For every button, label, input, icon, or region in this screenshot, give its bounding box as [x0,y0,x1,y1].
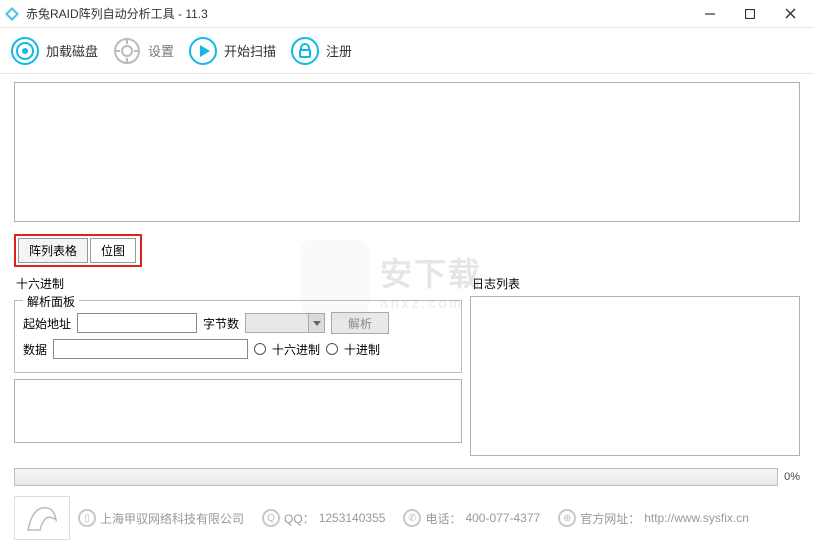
register-button[interactable]: 注册 [290,36,352,66]
site-label: 官方网址： [580,510,640,527]
titlebar: 赤兔RAID阵列自动分析工具 - 11.3 [0,0,814,28]
tab-bitmap[interactable]: 位图 [90,238,136,263]
hex-output-box [14,379,462,443]
parse-panel-legend: 解析面板 [23,293,79,310]
bytes-label: 字节数 [203,315,239,332]
parse-button[interactable]: 解析 [331,312,389,334]
settings-label: 设置 [148,41,174,60]
tab-array-table[interactable]: 阵列表格 [18,238,88,263]
tel-value: 400-077-4377 [465,511,540,525]
register-label: 注册 [326,41,352,60]
load-disk-button[interactable]: 加载磁盘 [10,36,98,66]
top-panel [14,82,800,222]
settings-button[interactable]: 设置 [112,36,174,66]
bytes-combo[interactable] [245,313,325,333]
lock-icon [290,36,320,66]
start-addr-input[interactable] [77,313,197,333]
qq-label: QQ： [284,510,315,527]
toolbar: 加载磁盘 设置 开始扫描 注册 [0,28,814,74]
window-title: 赤兔RAID阵列自动分析工具 - 11.3 [26,5,690,22]
globe-icon: ⊕ [558,509,576,527]
radio-hex-label: 十六进制 [272,341,320,358]
building-icon: ▯ [78,509,96,527]
parse-panel: 解析面板 起始地址 字节数 解析 数据 [14,300,462,373]
play-icon [188,36,218,66]
data-label: 数据 [23,341,47,358]
progress-bar [14,468,778,486]
tel-label: 电话： [425,510,461,527]
close-button[interactable] [770,1,810,27]
start-scan-label: 开始扫描 [224,41,276,60]
log-list-box [470,296,800,456]
tabs-highlight-box: 阵列表格 位图 [14,234,142,267]
start-scan-button[interactable]: 开始扫描 [188,36,276,66]
chevron-down-icon [309,313,325,333]
data-input[interactable] [53,339,248,359]
gear-icon [112,36,142,66]
maximize-button[interactable] [730,1,770,27]
target-icon [10,36,40,66]
site-link[interactable]: http://www.sysfix.cn [644,511,749,525]
hex-section-title: 十六进制 [16,275,462,292]
radio-hex[interactable] [254,343,266,355]
start-addr-label: 起始地址 [23,315,71,332]
company-name: 上海甲驭网络科技有限公司 [100,510,244,527]
footer: ▯ 上海甲驭网络科技有限公司 Q QQ： 1253140355 ✆ 电话： 40… [0,492,814,544]
qq-value: 1253140355 [319,511,386,525]
log-title: 日志列表 [472,275,800,292]
progress-percent: 0% [784,471,800,483]
radio-dec[interactable] [326,343,338,355]
minimize-button[interactable] [690,1,730,27]
phone-icon: ✆ [403,509,421,527]
company-logo [14,496,70,540]
radio-dec-label: 十进制 [344,341,380,358]
app-icon [4,6,20,22]
qq-icon: Q [262,509,280,527]
load-disk-label: 加载磁盘 [46,41,98,60]
